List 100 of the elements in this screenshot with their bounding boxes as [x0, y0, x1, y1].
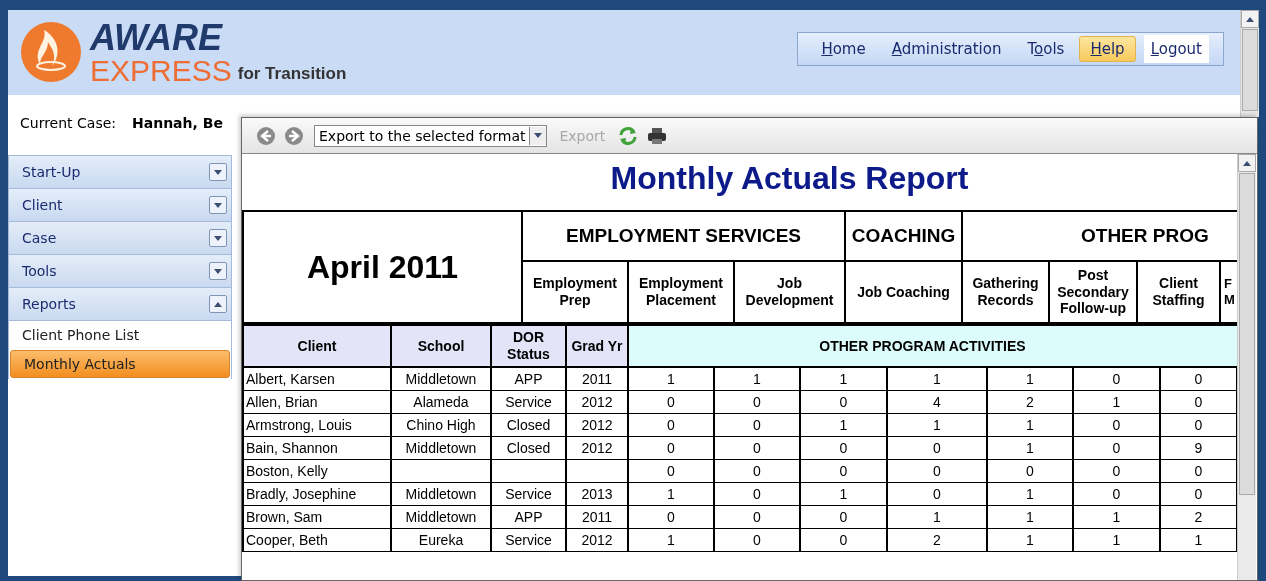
grad-year-cell: 2011: [566, 505, 628, 529]
column-header: Employment Placement: [628, 261, 734, 323]
column-header: Client: [243, 325, 391, 367]
count-cell: 0: [628, 459, 714, 483]
column-header: Client Staffing: [1137, 261, 1220, 323]
count-cell: 1: [1073, 390, 1160, 414]
count-cell: 0: [714, 505, 800, 529]
sidebar-section[interactable]: Start-Up: [9, 156, 231, 189]
count-cell: 1: [714, 367, 800, 391]
nav-link[interactable]: Help: [1079, 36, 1136, 62]
sidebar-section[interactable]: Client: [9, 189, 231, 222]
client-cell: Brown, Sam: [243, 505, 391, 529]
count-cell: 0: [800, 505, 887, 529]
column-header: Post Secondary Follow-up: [1049, 261, 1137, 323]
section-header: OTHER PROGRAM ACTIVITIES: [628, 325, 1237, 367]
count-cell: 0: [714, 390, 800, 414]
sidebar-section[interactable]: Case: [9, 222, 231, 255]
sidebar-section[interactable]: Tools: [9, 255, 231, 288]
count-cell: 2: [987, 390, 1073, 414]
count-cell: 2: [887, 528, 987, 552]
count-cell: 1: [800, 482, 887, 506]
count-cell: 4: [887, 390, 987, 414]
count-cell: 0: [1073, 459, 1160, 483]
count-cell: 1: [987, 505, 1073, 529]
grad-year-cell: 2013: [566, 482, 628, 506]
count-cell: 0: [1073, 367, 1160, 391]
count-cell: 0: [714, 482, 800, 506]
grad-year-cell: 2012: [566, 436, 628, 460]
count-cell: 0: [1073, 482, 1160, 506]
count-cell: 1: [887, 367, 987, 391]
count-cell: 1: [1073, 505, 1160, 529]
count-cell: 0: [714, 459, 800, 483]
count-cell: 1: [628, 367, 714, 391]
sidebar-item[interactable]: Monthly Actuals: [10, 350, 230, 378]
status-cell: Service: [491, 390, 566, 414]
count-cell: 1: [800, 367, 887, 391]
count-cell: 0: [628, 390, 714, 414]
count-cell: 0: [714, 528, 800, 552]
status-cell: Closed: [491, 436, 566, 460]
count-cell: 0: [800, 436, 887, 460]
count-cell: 0: [1073, 436, 1160, 460]
client-cell: Boston, Kelly: [243, 459, 391, 483]
count-cell: 1: [987, 367, 1073, 391]
column-header: Grad Yr: [566, 325, 628, 367]
sidebar-section[interactable]: Reports: [9, 288, 231, 321]
nav-link[interactable]: Home: [810, 36, 877, 62]
count-cell: 1: [628, 528, 714, 552]
client-cell: Bain, Shannon: [243, 436, 391, 460]
status-cell: Service: [491, 528, 566, 552]
count-cell: 0: [1073, 413, 1160, 437]
nav-link[interactable]: Tools: [1016, 36, 1076, 62]
client-cell: Albert, Karsen: [243, 367, 391, 391]
count-cell: 1: [628, 482, 714, 506]
sidebar-item[interactable]: Client Phone List: [9, 321, 231, 349]
logout-button[interactable]: Logout: [1143, 35, 1209, 63]
column-header: School: [391, 325, 491, 367]
client-cell: Armstrong, Louis: [243, 413, 391, 437]
column-header: Employment Prep: [522, 261, 628, 323]
report-period: April 2011: [243, 211, 522, 323]
school-cell: Middletown: [391, 505, 491, 529]
count-cell: 1: [1073, 528, 1160, 552]
nav-link[interactable]: Administration: [880, 36, 1013, 62]
school-cell: Middletown: [391, 367, 491, 391]
group-header: COACHING: [845, 211, 962, 261]
column-header: Job Coaching: [845, 261, 962, 323]
count-cell: 0: [628, 413, 714, 437]
format-select[interactable]: Export to the selected format: [314, 124, 548, 147]
school-cell: Middletown: [391, 436, 491, 460]
column-header: Job Development: [734, 261, 845, 323]
count-cell: 0: [987, 459, 1073, 483]
status-cell: APP: [491, 367, 566, 391]
count-cell: 0: [800, 528, 887, 552]
report-title: Monthly Actuals Report: [609, 159, 970, 198]
school-cell: Eureka: [391, 528, 491, 552]
client-cell: Cooper, Beth: [243, 528, 391, 552]
count-cell: 0: [628, 436, 714, 460]
grad-year-cell: 2012: [566, 390, 628, 414]
grad-year-cell: 2012: [566, 528, 628, 552]
status-cell: Closed: [491, 413, 566, 437]
group-header: EMPLOYMENT SERVICES: [522, 211, 845, 261]
count-cell: 0: [800, 390, 887, 414]
current-case-label: Current Case:: [20, 114, 116, 131]
count-cell: 1: [800, 413, 887, 437]
logo-subtitle: EXPRESS: [90, 56, 232, 86]
count-cell: 1: [987, 482, 1073, 506]
column-header: DOR Status: [491, 325, 566, 367]
count-cell: 0: [887, 459, 987, 483]
count-cell: 0: [714, 436, 800, 460]
status-cell: Service: [491, 482, 566, 506]
status-cell: APP: [491, 505, 566, 529]
count-cell: 0: [887, 482, 987, 506]
grad-year-cell: 2011: [566, 367, 628, 391]
current-case-value: Hannah, Be: [132, 114, 223, 131]
count-cell: 0: [714, 413, 800, 437]
count-cell: 0: [800, 459, 887, 483]
count-cell: 1: [987, 528, 1073, 552]
count-cell: 1: [987, 413, 1073, 437]
count-cell: 1: [987, 436, 1073, 460]
count-cell: 1: [887, 413, 987, 437]
app-tagline: for Transition: [237, 64, 347, 84]
